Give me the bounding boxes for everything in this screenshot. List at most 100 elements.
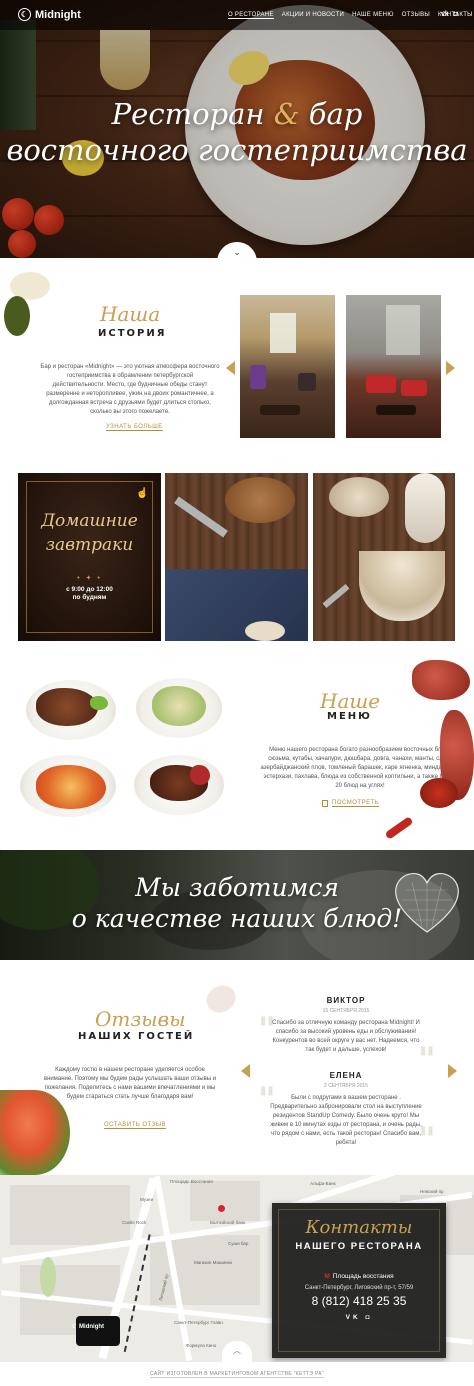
bowl-shape: [329, 477, 389, 517]
menu-view-link[interactable]: Посмотреть: [322, 800, 380, 807]
vk-icon[interactable]: vk: [441, 11, 449, 18]
breakfast-title: Домашние завтраки: [18, 509, 161, 557]
gallery-next-arrow-icon[interactable]: [446, 361, 455, 375]
map-label: Формула Кино: [186, 1343, 217, 1348]
contacts-phone[interactable]: 8 (812) 418 25 35: [272, 1294, 446, 1308]
reviews-next-arrow-icon[interactable]: [448, 1064, 457, 1078]
contacts-script-heading: Контакты: [305, 1217, 413, 1238]
contacts-social-icons[interactable]: VK ◘: [272, 1314, 446, 1321]
history-text: Бар и ресторан «Midnight» — это уютная а…: [40, 364, 220, 415]
breakfast-hours: с 9:00 до 12:00 по будням: [18, 586, 161, 602]
footer: Сайт изготовлен в маркетинговом агентств…: [0, 1362, 474, 1386]
leave-review-link-label: Оставить отзыв: [104, 1122, 167, 1129]
map-park: [40, 1257, 56, 1297]
contacts-card: Контакты нашего ресторана М Площадь восст…: [272, 1203, 446, 1358]
table-shape: [260, 405, 300, 415]
map-label: Магазин Машинки: [194, 1260, 233, 1265]
chair-shape: [298, 373, 316, 391]
breakfast-frame: [26, 481, 153, 633]
logo-text: Midnight: [35, 8, 81, 21]
milk-jug-shape: [405, 473, 445, 543]
metro-station: Площадь восстания: [332, 1273, 394, 1280]
map-label: Суши бар: [228, 1241, 249, 1246]
garlic-image: [201, 980, 241, 1018]
breakfast-title-line2: завтраки: [45, 535, 134, 555]
main-menu: О ресторане Акции и новости Наше меню От…: [228, 12, 473, 19]
reviews-prev-arrow-icon[interactable]: [241, 1064, 250, 1078]
menu-dish-photo[interactable]: [18, 751, 119, 817]
menu-dish-photo[interactable]: [18, 674, 119, 741]
history-more-link[interactable]: Узнать больше: [106, 415, 163, 433]
contacts-address: Санкт-Петербург, Лиговский пр-т, 57/59: [304, 1285, 414, 1291]
reviews-script-heading: Отзывы: [95, 1007, 186, 1031]
hero-title: Ресторан & бар восточного гостеприимства: [0, 96, 474, 168]
menu-dish-photo[interactable]: [128, 751, 229, 817]
restaurant-interior-photo[interactable]: [346, 295, 441, 438]
logo[interactable]: ☾ Midnight: [18, 8, 81, 21]
review-author: Виктор: [326, 996, 366, 1005]
quality-banner-line1: Мы заботимся: [135, 873, 339, 902]
map-label: Музеи: [140, 1197, 154, 1202]
chevron-down-icon: ⌄: [233, 247, 241, 257]
cereal-cup-shape: [359, 551, 445, 621]
map-label: Невский пр: [420, 1189, 444, 1194]
review-item: Виктор 15 сентября 2015 Спасибо за отлич…: [270, 996, 422, 1055]
breakfast-hours-line1: с 9:00 до 12:00: [66, 586, 113, 593]
restaurant-interior-photo[interactable]: [240, 295, 335, 438]
food-shape: [152, 686, 206, 726]
salmon-image: [0, 1090, 70, 1175]
nav-item-news[interactable]: Акции и новости: [282, 12, 344, 19]
review-body: Были с подругами в вашем ресторане . Пре…: [270, 1095, 422, 1146]
nav-item-about[interactable]: О ресторане: [228, 12, 274, 19]
metro-icon: М: [324, 1273, 330, 1280]
reviews-text: Каждому гостю в нашем ресторане уделяетс…: [43, 1067, 217, 1100]
hero-title-word: Ресторан: [111, 97, 265, 131]
top-navigation: ☾ Midnight О ресторане Акции и новости Н…: [0, 0, 474, 30]
map-label: Площадь Восстания: [170, 1179, 213, 1184]
leave-review-link[interactable]: Оставить отзыв: [104, 1113, 167, 1131]
hero-title-line2: восточного гостеприимства: [6, 133, 468, 167]
ornament-divider: • ✦ •: [77, 575, 102, 582]
history-script-heading: Наша: [100, 302, 161, 326]
contacts-metro: М Площадь восстания: [272, 1273, 446, 1280]
menu-script-heading: Наше: [320, 689, 381, 713]
quality-banner-title: Мы заботимся о качестве наших блюд!: [0, 872, 474, 934]
map-pin[interactable]: [76, 1316, 120, 1346]
bowl-shape: [225, 477, 295, 523]
food-shape: [36, 688, 98, 726]
history-more-link-label: Узнать больше: [106, 424, 163, 431]
review-date: 15 сентября 2015: [322, 1008, 370, 1014]
window-shape: [386, 305, 420, 355]
cup-shape: [245, 621, 285, 641]
instagram-icon[interactable]: ◘: [454, 11, 458, 18]
menu-dish-photo[interactable]: [128, 674, 229, 741]
map-block: [10, 1185, 130, 1245]
review-item: Елена 2 сентября 2015 Были с подругами в…: [270, 1071, 422, 1148]
breakfast-photo-cup[interactable]: [313, 473, 455, 641]
table-shape: [376, 405, 416, 415]
review-author: Елена: [329, 1071, 363, 1080]
breakfast-photo-cloth[interactable]: [165, 473, 308, 641]
breakfast-hours-line2: по будням: [72, 594, 107, 601]
hero-title-ampersand: &: [273, 97, 300, 131]
history-heading: История: [98, 328, 167, 339]
footer-credit-link[interactable]: Сайт изготовлен в маркетинговом агентств…: [150, 1371, 324, 1378]
sofa-shape: [366, 375, 396, 393]
map-pin-text: Midnight: [79, 1324, 105, 1330]
book-icon: [322, 800, 328, 807]
sofa-shape: [401, 380, 427, 396]
chevron-up-icon: ︿: [233, 1346, 241, 1355]
quality-banner-line2: о качестве наших блюд!: [71, 904, 403, 933]
scroll-top-button[interactable]: ︿: [222, 1341, 252, 1362]
food-shape: [190, 765, 210, 785]
hero-title-word: бар: [308, 97, 363, 131]
nav-item-menu[interactable]: Наше меню: [352, 12, 394, 19]
breakfast-title-line1: Домашние: [41, 511, 138, 531]
map-label: Альфа-Банк: [310, 1181, 336, 1186]
nav-item-reviews[interactable]: Отзывы: [402, 12, 430, 19]
review-date: 2 сентября 2015: [324, 1083, 368, 1089]
sauce-bowl-image: [420, 778, 458, 808]
contacts-heading: нашего ресторана: [295, 1241, 423, 1252]
spoon-shape: [322, 584, 350, 608]
gallery-prev-arrow-icon[interactable]: [226, 361, 235, 375]
